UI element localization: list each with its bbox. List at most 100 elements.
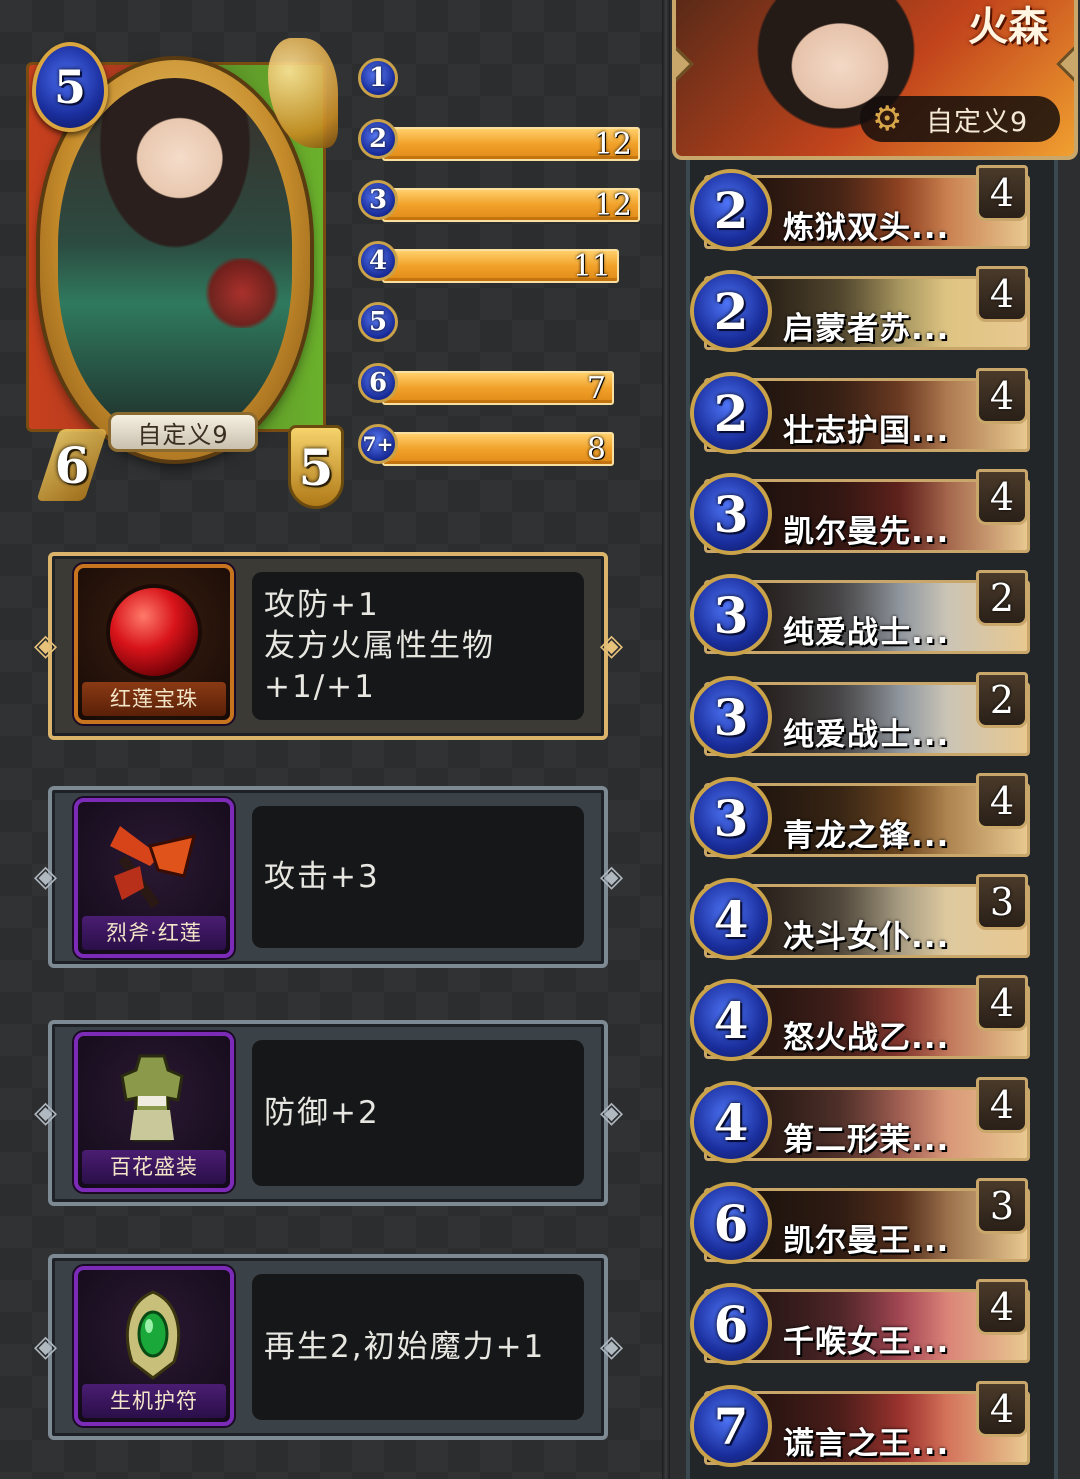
curve-cost-gem: 3: [358, 180, 398, 220]
hero-card[interactable]: 5 自定义9 6 5: [12, 30, 344, 509]
equipment-slot[interactable]: ◈ ◈ 生机护符 再生2,初始魔力+1: [34, 1254, 623, 1440]
equipment-slot[interactable]: ◈ ◈ 红莲宝珠 攻防+1 友方火属性生物+1/+1: [34, 552, 623, 740]
curve-bar: 11: [382, 249, 619, 283]
card-cost-gem: 4: [690, 979, 772, 1061]
equipment-effect: 防御+2: [252, 1040, 584, 1186]
card-name: 凯尔曼先...: [783, 514, 950, 550]
deck-card-list[interactable]: 炼狱双头... 2 4 启蒙者苏... 2 4 壮志护国... 2 4 凯尔曼先... 3 4 纯爱战士…: [690, 165, 1036, 1479]
card-cost-gem: 2: [690, 372, 772, 454]
curve-bar: 7: [382, 371, 614, 405]
panel-divider: [662, 0, 670, 1479]
card-cost-gem: 3: [690, 473, 772, 555]
deck-card-row[interactable]: 凯尔曼王... 6 3: [690, 1178, 1036, 1266]
equipment-slot[interactable]: ◈ ◈ 烈斧·红莲 攻击+3: [34, 786, 623, 968]
deck-card-row[interactable]: 青龙之锋... 3 4: [690, 773, 1036, 861]
card-name: 纯爱战士...: [783, 615, 950, 651]
card-count: 3: [976, 874, 1028, 930]
deck-name: 自定义9: [926, 106, 1029, 138]
card-cost-gem: 6: [690, 1283, 772, 1365]
curve-value: 7: [586, 371, 606, 406]
frame-ornament-icon: ◈: [34, 1095, 58, 1130]
deck-card-row[interactable]: 纯爱战士... 3 2: [690, 672, 1036, 760]
card-name: 第二形茉...: [783, 1122, 950, 1158]
deck-card-row[interactable]: 纯爱战士... 3 2: [690, 570, 1036, 658]
card-cost-gem: 3: [690, 676, 772, 758]
curve-bar: 12: [382, 127, 640, 161]
card-count: 4: [976, 1381, 1028, 1437]
card-cost-gem: 4: [690, 1081, 772, 1163]
card-name: 壮志护国...: [783, 413, 950, 449]
card-name: 启蒙者苏...: [783, 311, 950, 347]
curve-row: 1: [358, 52, 648, 102]
card-count: 2: [976, 672, 1028, 728]
card-cost-gem: 3: [690, 777, 772, 859]
frame-ornament-icon: ◈: [600, 1329, 624, 1364]
curve-cost-gem: 5: [358, 302, 398, 342]
gear-icon: ⚙: [872, 99, 903, 139]
frame-ornament-icon: ◈: [34, 859, 58, 894]
card-count: 4: [976, 773, 1028, 829]
equipment-name: 生机护符: [82, 1384, 226, 1418]
card-count: 2: [976, 570, 1028, 626]
curve-value: 12: [593, 188, 632, 223]
equipment-icon-tile: 百花盛装: [74, 1032, 234, 1192]
card-name: 决斗女仆...: [783, 919, 950, 955]
deck-card-row[interactable]: 第二形茉... 4 4: [690, 1077, 1036, 1165]
curve-value: 11: [572, 249, 611, 284]
curve-row: 76: [358, 357, 648, 407]
deck-card-row[interactable]: 谎言之王... 7 4: [690, 1381, 1036, 1469]
frame-ornament-icon: ◈: [600, 859, 624, 894]
curve-cost-gem: 2: [358, 119, 398, 159]
card-name: 谎言之王...: [783, 1426, 950, 1462]
hero-attack-badge: 6: [42, 425, 102, 505]
card-cost-gem: 6: [690, 1182, 772, 1264]
equipment-name: 红莲宝珠: [82, 682, 226, 716]
equipment-icon-tile: 红莲宝珠: [74, 564, 234, 724]
deck-card-row[interactable]: 千喉女王... 6 4: [690, 1279, 1036, 1367]
deck-settings-button[interactable]: ⚙ 自定义9: [860, 96, 1060, 142]
deck-card-row[interactable]: 怒火战乙... 4 4: [690, 975, 1036, 1063]
card-name: 怒火战乙...: [783, 1020, 950, 1056]
curve-cost-gem: 1: [358, 58, 398, 98]
card-count: 4: [976, 368, 1028, 424]
equipment-icon-tile: 烈斧·红莲: [74, 798, 234, 958]
curve-bar: 8: [382, 432, 614, 466]
curve-row: 8 7+: [358, 418, 648, 468]
curve-value: 12: [593, 127, 632, 162]
card-name: 炼狱双头...: [783, 210, 950, 246]
curve-cost-gem: 6: [358, 363, 398, 403]
equipment-slot[interactable]: ◈ ◈ 百花盛装 防御+2: [34, 1020, 623, 1206]
equipment-name: 百花盛装: [82, 1150, 226, 1184]
curve-cost-gem: 4: [358, 241, 398, 281]
hero-attack: 6: [54, 435, 90, 495]
hero-portrait: [58, 78, 292, 442]
curve-row: 5: [358, 296, 648, 346]
frame-ornament-icon: ◈: [34, 628, 58, 663]
card-name: 千喉女王...: [783, 1324, 950, 1360]
deck-card-row[interactable]: 凯尔曼先... 3 4: [690, 469, 1036, 557]
deck-header[interactable]: 火森 ⚙ 自定义9: [672, 0, 1078, 160]
frame-ornament-icon: ◈: [600, 1095, 624, 1130]
card-cost-gem: 4: [690, 878, 772, 960]
frame-ornament-icon: ◈: [600, 628, 624, 663]
deck-header-corner-right: [1056, 44, 1074, 84]
deck-card-row[interactable]: 启蒙者苏... 2 4: [690, 266, 1036, 354]
card-count: 4: [976, 1077, 1028, 1133]
deck-card-row[interactable]: 决斗女仆... 4 3: [690, 874, 1036, 962]
card-name: 凯尔曼王...: [783, 1223, 950, 1259]
hero-cost-gem: 5: [32, 42, 108, 132]
deck-card-row[interactable]: 炼狱双头... 2 4: [690, 165, 1036, 253]
frame-ornament-icon: ◈: [34, 1329, 58, 1364]
curve-row: 12 3: [358, 174, 648, 224]
deck-faction: 火森: [968, 4, 1048, 50]
curve-cost-gem: 7+: [358, 424, 398, 464]
deck-header-corner-left: [676, 44, 694, 84]
equipment-effect: 攻击+3: [252, 806, 584, 948]
curve-row: 12 2: [358, 113, 648, 163]
equipment-name: 烈斧·红莲: [82, 916, 226, 950]
card-count: 4: [976, 165, 1028, 221]
card-count: 4: [976, 975, 1028, 1031]
card-name: 青龙之锋...: [783, 818, 950, 854]
equipment-icon-tile: 生机护符: [74, 1266, 234, 1426]
deck-card-row[interactable]: 壮志护国... 2 4: [690, 368, 1036, 456]
